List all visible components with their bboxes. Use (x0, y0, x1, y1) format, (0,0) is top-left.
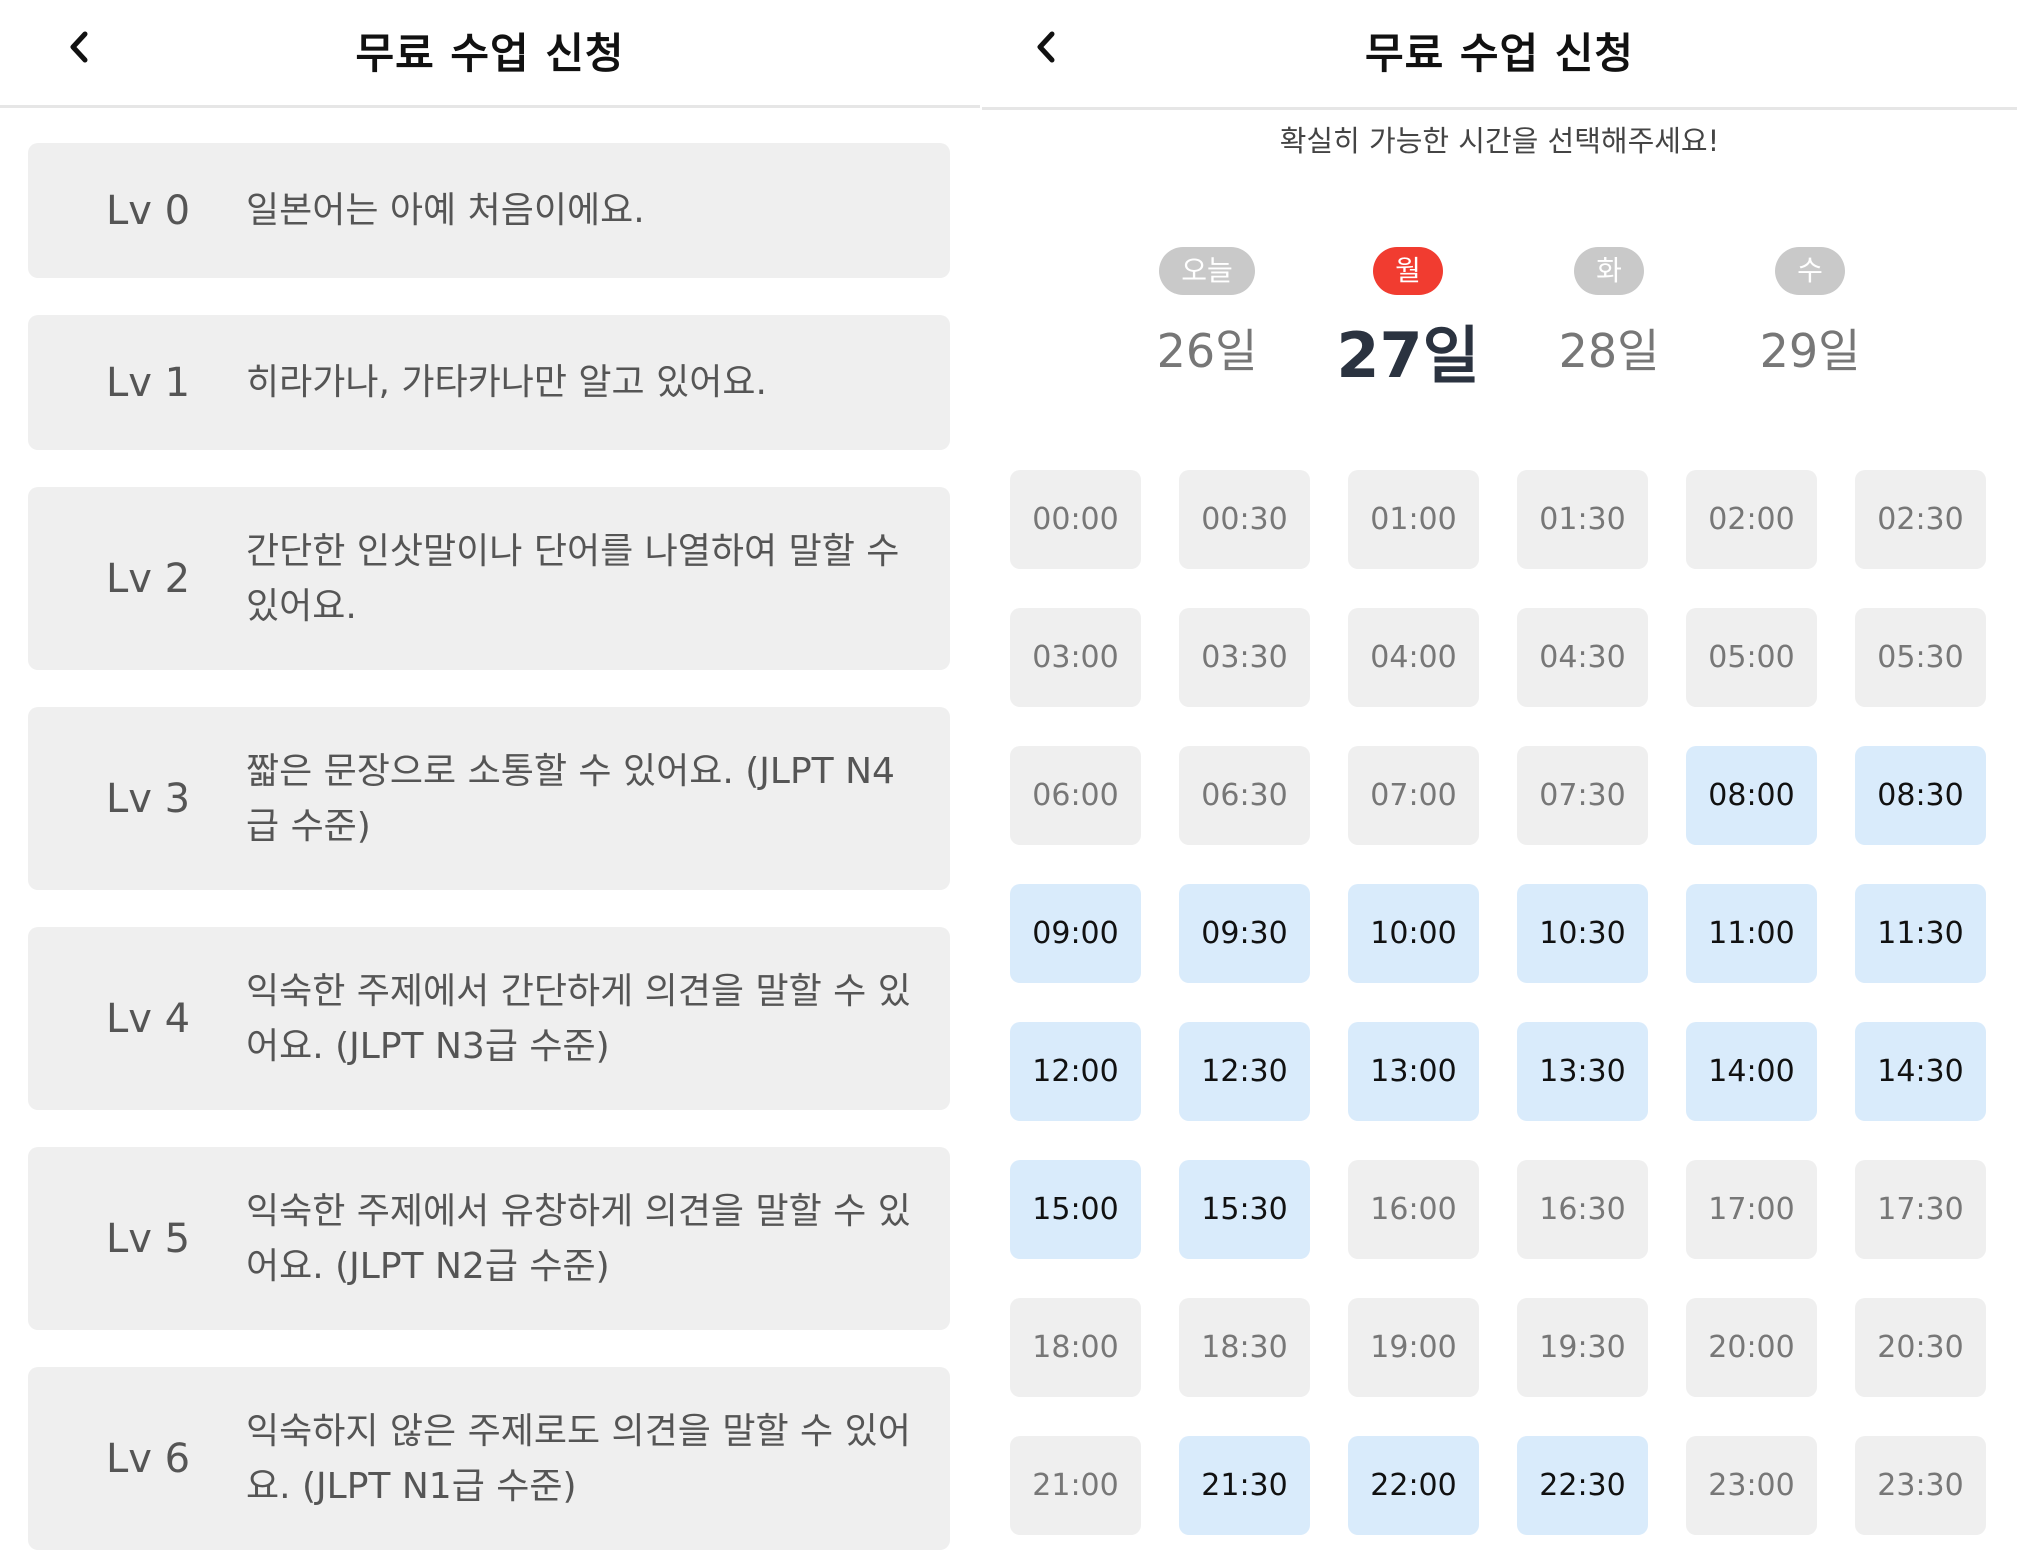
time-slot[interactable]: 15:30 (1179, 1160, 1310, 1259)
time-slot[interactable]: 00:30 (1179, 470, 1310, 569)
time-slot[interactable]: 17:30 (1855, 1160, 1986, 1259)
time-slot[interactable]: 04:30 (1517, 608, 1648, 707)
level-label: Lv 1 (106, 359, 191, 406)
time-slot[interactable]: 11:30 (1855, 884, 1986, 983)
time-slot[interactable]: 23:30 (1855, 1436, 1986, 1535)
time-slot[interactable]: 22:30 (1517, 1436, 1648, 1535)
time-slot[interactable]: 06:30 (1179, 746, 1310, 845)
time-slot[interactable]: 14:30 (1855, 1022, 1986, 1121)
time-slot[interactable]: 16:00 (1348, 1160, 1479, 1259)
time-slot[interactable]: 00:00 (1010, 470, 1141, 569)
instruction-text: 확실히 가능한 시간을 선택해주세요! (1279, 124, 1720, 158)
time-slot[interactable]: 11:00 (1686, 884, 1817, 983)
day-date: 28일 (1558, 324, 1660, 378)
weekday-pill: 화 (1574, 247, 1644, 295)
page-title: 무료 수업 신청 (1364, 29, 1635, 78)
time-slot[interactable]: 08:30 (1855, 746, 1986, 845)
time-slot[interactable]: 10:30 (1517, 884, 1648, 983)
time-slot[interactable]: 09:00 (1010, 884, 1141, 983)
time-slot[interactable]: 07:30 (1517, 746, 1648, 845)
time-slot[interactable]: 06:00 (1010, 746, 1141, 845)
time-slot[interactable]: 05:30 (1855, 608, 1986, 707)
day-tab-2[interactable]: 화 28일 (1534, 247, 1684, 381)
weekday-pill: 오늘 (1159, 247, 1255, 295)
level-description: 일본어는 아예 처음이에요. (246, 190, 645, 231)
time-slot[interactable]: 18:00 (1010, 1298, 1141, 1397)
time-select-screen: 무료 수업 신청 확실히 가능한 시간을 선택해주세요! 오늘 26일 월 27… (982, 0, 2017, 1560)
time-slot[interactable]: 18:30 (1179, 1298, 1310, 1397)
level-description: 익숙하지 않은 주제로도 의견을 말할 수 있어요. (JLPT N1급 수준) (246, 1410, 911, 1507)
day-selector: 오늘 26일 월 27일 화 28일 수 29일 (1132, 247, 1932, 407)
level-description: 간단한 인삿말이나 단어를 나열하여 말할 수 있어요. (246, 530, 900, 627)
level-description: 히라가나, 가타카나만 알고 있어요. (246, 362, 767, 403)
time-slot[interactable]: 07:00 (1348, 746, 1479, 845)
time-slot[interactable]: 10:00 (1348, 884, 1479, 983)
time-slot[interactable]: 12:00 (1010, 1022, 1141, 1121)
level-label: Lv 0 (106, 187, 191, 234)
level-card-3[interactable]: Lv 3 짧은 문장으로 소통할 수 있어요. (JLPT N4급 수준) (28, 707, 950, 890)
time-slot[interactable]: 01:30 (1517, 470, 1648, 569)
time-slot[interactable]: 01:00 (1348, 470, 1479, 569)
time-slot[interactable]: 20:30 (1855, 1298, 1986, 1397)
level-card-2[interactable]: Lv 2 간단한 인삿말이나 단어를 나열하여 말할 수 있어요. (28, 487, 950, 670)
level-card-0[interactable]: Lv 0 일본어는 아예 처음이에요. (28, 143, 950, 278)
page-title: 무료 수업 신청 (355, 29, 625, 78)
time-slot[interactable]: 19:30 (1517, 1298, 1648, 1397)
level-card-1[interactable]: Lv 1 히라가나, 가타카나만 알고 있어요. (28, 315, 950, 450)
weekday-pill: 수 (1775, 247, 1845, 295)
level-card-6[interactable]: Lv 6 익숙하지 않은 주제로도 의견을 말할 수 있어요. (JLPT N1… (28, 1367, 950, 1550)
day-date: 29일 (1759, 324, 1861, 378)
time-slot[interactable]: 13:00 (1348, 1022, 1479, 1121)
level-description: 익숙한 주제에서 유창하게 의견을 말할 수 있어요. (JLPT N2급 수준… (246, 1190, 911, 1287)
level-select-screen: 무료 수업 신청 Lv 0 일본어는 아예 처음이에요. Lv 1 히라가나, … (0, 0, 980, 1560)
time-slot[interactable]: 12:30 (1179, 1022, 1310, 1121)
level-card-4[interactable]: Lv 4 익숙한 주제에서 간단하게 의견을 말할 수 있어요. (JLPT N… (28, 927, 950, 1110)
level-label: Lv 4 (106, 995, 191, 1042)
time-slot[interactable]: 20:00 (1686, 1298, 1817, 1397)
day-date: 27일 (1336, 319, 1480, 392)
time-slot[interactable]: 15:00 (1010, 1160, 1141, 1259)
day-tab-0[interactable]: 오늘 26일 (1132, 247, 1282, 381)
time-slot[interactable]: 05:00 (1686, 608, 1817, 707)
time-slot[interactable]: 13:30 (1517, 1022, 1648, 1121)
header: 무료 수업 신청 (982, 0, 2017, 110)
level-card-5[interactable]: Lv 5 익숙한 주제에서 유창하게 의견을 말할 수 있어요. (JLPT N… (28, 1147, 950, 1330)
time-slot[interactable]: 02:00 (1686, 470, 1817, 569)
day-date: 26일 (1156, 324, 1258, 378)
time-slot[interactable]: 09:30 (1179, 884, 1310, 983)
level-description: 짧은 문장으로 소통할 수 있어요. (JLPT N4급 수준) (246, 750, 895, 847)
time-slot[interactable]: 14:00 (1686, 1022, 1817, 1121)
header: 무료 수업 신청 (0, 0, 980, 108)
time-slot[interactable]: 04:00 (1348, 608, 1479, 707)
day-tab-3[interactable]: 수 29일 (1735, 247, 1885, 381)
time-slot[interactable]: 17:00 (1686, 1160, 1817, 1259)
level-list: Lv 0 일본어는 아예 처음이에요. Lv 1 히라가나, 가타카나만 알고 … (28, 143, 950, 1560)
level-label: Lv 2 (106, 555, 191, 602)
level-label: Lv 6 (106, 1435, 191, 1482)
time-slot[interactable]: 21:30 (1179, 1436, 1310, 1535)
time-slot[interactable]: 16:30 (1517, 1160, 1648, 1259)
time-slot[interactable]: 02:30 (1855, 470, 1986, 569)
time-slot[interactable]: 21:00 (1010, 1436, 1141, 1535)
level-label: Lv 5 (106, 1215, 191, 1262)
time-slot[interactable]: 03:30 (1179, 608, 1310, 707)
weekday-pill: 월 (1373, 247, 1443, 295)
time-slot[interactable]: 03:00 (1010, 608, 1141, 707)
time-slot[interactable]: 19:00 (1348, 1298, 1479, 1397)
level-label: Lv 3 (106, 775, 191, 822)
time-slot[interactable]: 23:00 (1686, 1436, 1817, 1535)
time-slot[interactable]: 08:00 (1686, 746, 1817, 845)
time-slot[interactable]: 22:00 (1348, 1436, 1479, 1535)
level-description: 익숙한 주제에서 간단하게 의견을 말할 수 있어요. (JLPT N3급 수준… (246, 970, 911, 1067)
day-tab-1[interactable]: 월 27일 (1333, 247, 1483, 395)
